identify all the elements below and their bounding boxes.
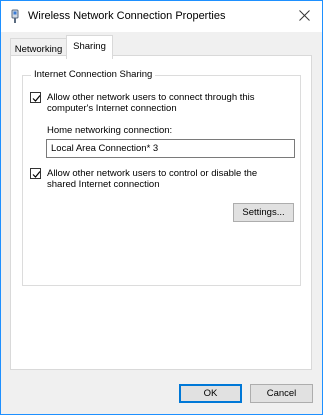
window-title: Wireless Network Connection Properties (28, 10, 226, 22)
allow-control-checkbox[interactable] (30, 168, 41, 179)
tab-sharing[interactable]: Sharing (66, 35, 113, 59)
home-connection-select[interactable]: Local Area Connection* 3 (46, 139, 295, 158)
cancel-button[interactable]: Cancel (250, 384, 313, 403)
settings-button[interactable]: Settings... (233, 203, 294, 222)
allow-connect-checkbox[interactable] (30, 92, 41, 103)
properties-dialog: Wireless Network Connection Properties N… (0, 0, 323, 415)
checkmark-icon (32, 171, 41, 178)
ok-button[interactable]: OK (179, 384, 242, 403)
allow-connect-label-line1[interactable]: Allow other network users to connect thr… (47, 92, 255, 103)
sharing-tab-panel: Internet Connection Sharing Allow other … (10, 55, 312, 370)
close-icon (298, 10, 310, 24)
network-adapter-icon (10, 9, 20, 24)
allow-control-label-line1[interactable]: Allow other network users to control or … (47, 168, 257, 179)
allow-connect-label-line2[interactable]: computer's Internet connection (47, 103, 177, 114)
allow-control-label-line2[interactable]: shared Internet connection (47, 179, 160, 190)
home-connection-label: Home networking connection: (47, 125, 173, 136)
group-title: Internet Connection Sharing (31, 69, 156, 80)
checkmark-icon (32, 95, 41, 102)
tab-strip: Networking Sharing (1, 32, 322, 59)
close-button[interactable] (287, 4, 321, 30)
title-bar[interactable]: Wireless Network Connection Properties (1, 1, 322, 32)
